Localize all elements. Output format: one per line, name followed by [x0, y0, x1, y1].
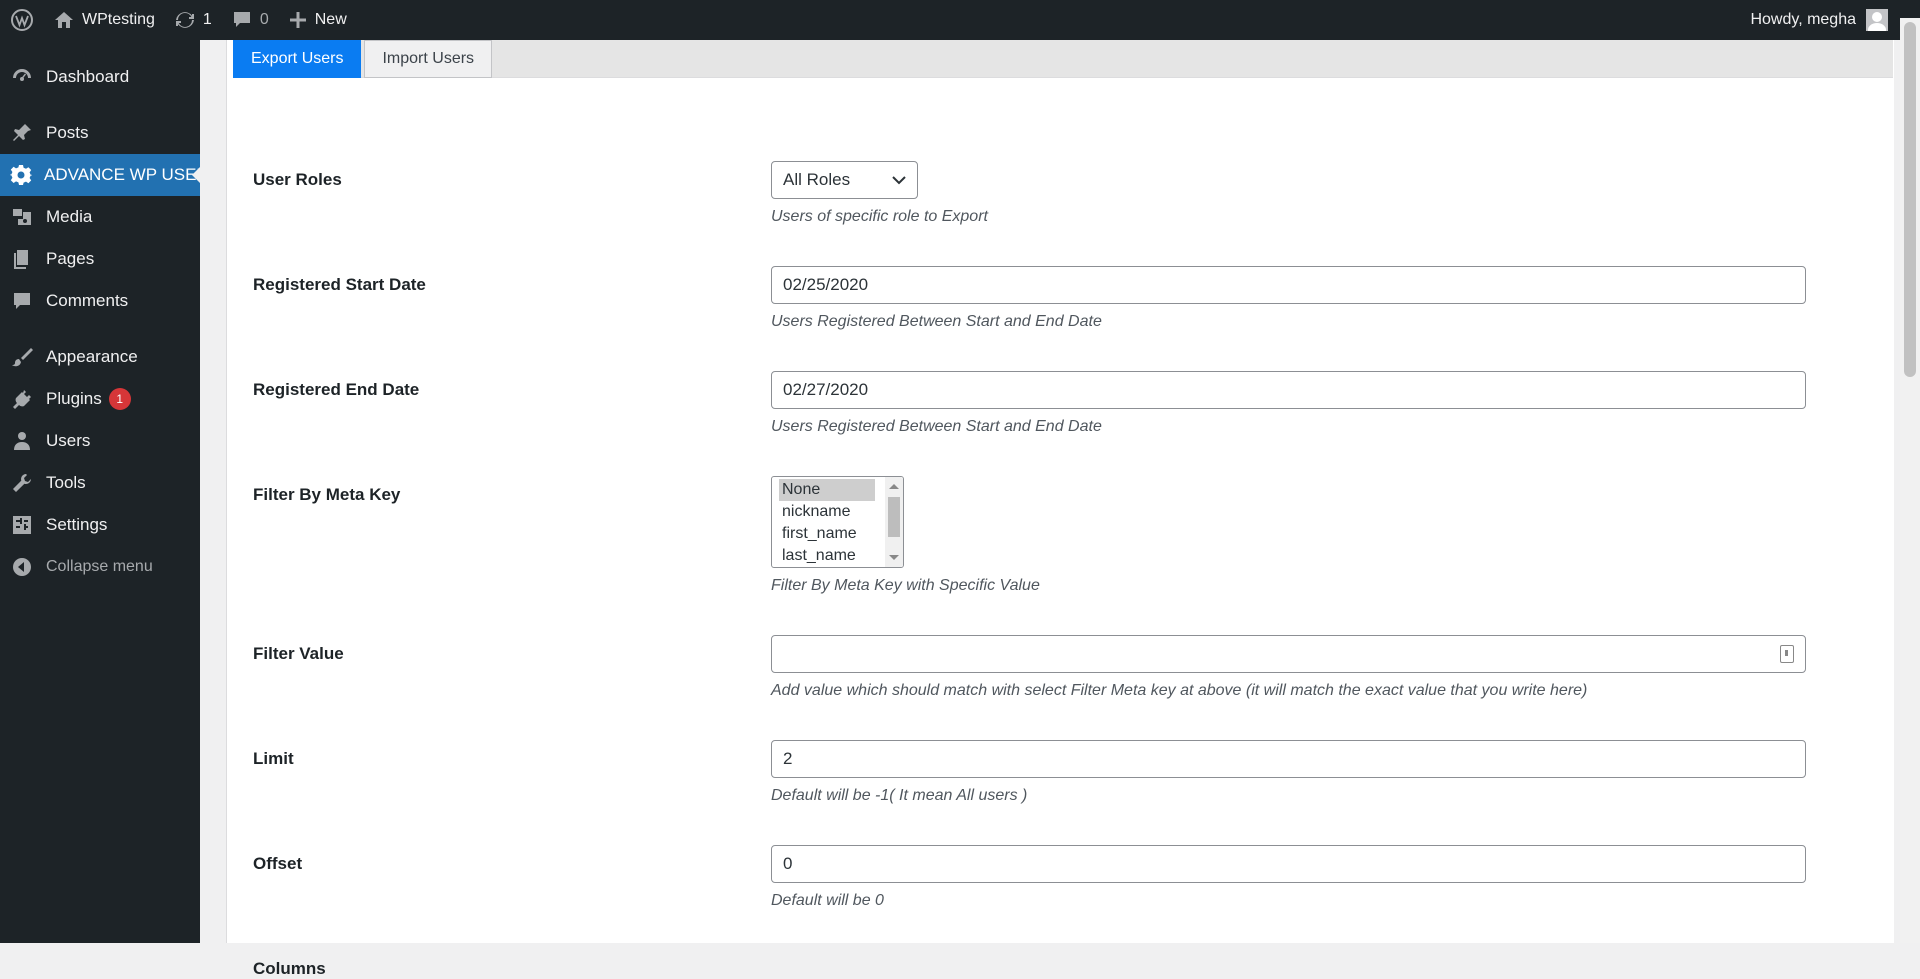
meta-key-option[interactable]: None	[779, 479, 875, 501]
end-date-description: Users Registered Between Start and End D…	[771, 418, 1102, 435]
page-scroll-thumb[interactable]	[1904, 22, 1916, 377]
password-manager-icon[interactable]	[1780, 645, 1794, 663]
sidebar-item-plugins[interactable]: Plugins 1	[0, 378, 200, 420]
end-date-label: Registered End Date	[253, 380, 420, 399]
offset-description: Default will be 0	[771, 892, 884, 909]
sidebar-item-label: Tools	[46, 473, 86, 492]
sidebar-item-label: Users	[46, 431, 91, 450]
comments-count: 0	[259, 11, 269, 28]
gear-icon	[10, 163, 32, 187]
settings-icon	[10, 513, 34, 537]
meta-key-description: Filter By Meta Key with Specific Value	[771, 577, 1040, 594]
sidebar-item-appearance[interactable]: Appearance	[0, 336, 200, 378]
avatar	[1866, 9, 1888, 31]
comments-link[interactable]: 0	[222, 0, 279, 40]
collapse-label: Collapse menu	[46, 558, 153, 575]
scroll-down-arrow-icon[interactable]	[889, 555, 899, 565]
sidebar-item-users[interactable]: Users	[0, 420, 200, 462]
end-date-input[interactable]: 02/27/2020	[771, 371, 1806, 409]
sidebar-item-posts[interactable]: Posts	[0, 112, 200, 154]
home-icon	[54, 11, 74, 29]
plus-icon	[289, 11, 307, 29]
comment-bubble-icon	[232, 11, 252, 29]
dashboard-icon	[10, 65, 34, 89]
sidebar-item-label: Pages	[46, 249, 95, 268]
page-scrollbar[interactable]	[1900, 18, 1920, 943]
wordpress-logo-icon[interactable]	[0, 0, 44, 40]
user-icon	[10, 429, 34, 453]
wrench-icon	[10, 471, 34, 495]
start-date-description: Users Registered Between Start and End D…	[771, 313, 1102, 330]
sidebar-item-label: Comments	[46, 291, 129, 310]
collapse-menu-button[interactable]: Collapse menu	[0, 546, 200, 588]
filter-value-description: Add value which should match with select…	[771, 682, 1588, 699]
sidebar-item-label: Plugins	[46, 389, 102, 408]
sidebar-item-media[interactable]: Media	[0, 196, 200, 238]
user-roles-select[interactable]: All Roles	[771, 161, 918, 199]
listbox-scroll-thumb[interactable]	[888, 497, 900, 537]
chevron-down-icon	[892, 170, 906, 190]
plug-icon	[10, 387, 34, 411]
tab-export-users[interactable]: Export Users	[233, 40, 362, 78]
start-date-label: Registered Start Date	[253, 275, 426, 294]
plugins-update-badge: 1	[108, 388, 131, 410]
new-label: New	[314, 11, 347, 28]
scroll-up-arrow-icon[interactable]	[889, 479, 899, 489]
updates-link[interactable]: 1	[165, 0, 222, 40]
meta-key-option[interactable]: nickname	[782, 501, 885, 523]
sidebar-item-pages[interactable]: Pages	[0, 238, 200, 280]
limit-description: Default will be -1( It mean All users )	[771, 787, 1028, 804]
offset-input[interactable]: 0	[771, 845, 1806, 883]
comment-icon	[10, 289, 34, 313]
sidebar-item-settings[interactable]: Settings	[0, 504, 200, 546]
sidebar-item-label: ADVANCE WP USER	[44, 165, 200, 184]
main-content: Export Users Import Users User Roles All…	[226, 40, 1894, 978]
sidebar-item-tools[interactable]: Tools	[0, 462, 200, 504]
listbox-scrollbar[interactable]	[885, 477, 903, 567]
tab-bar: Export Users Import Users	[233, 40, 1893, 78]
meta-key-label: Filter By Meta Key	[253, 485, 401, 504]
collapse-arrow-icon	[10, 555, 34, 579]
media-icon	[10, 205, 34, 229]
user-roles-description: Users of specific role to Export	[771, 208, 988, 225]
admin-sidebar: Dashboard Posts ADVANCE WP USER Media Pa…	[0, 40, 200, 943]
user-roles-value: All Roles	[783, 170, 851, 189]
limit-label: Limit	[253, 749, 294, 768]
tab-import-users[interactable]: Import Users	[364, 40, 493, 78]
filter-value-label: Filter Value	[253, 644, 344, 663]
user-roles-label: User Roles	[253, 170, 342, 189]
meta-key-option[interactable]: last_name	[782, 545, 885, 567]
columns-label: Columns	[253, 959, 326, 978]
sidebar-item-label: Appearance	[46, 347, 138, 366]
start-date-input[interactable]: 02/25/2020	[771, 266, 1806, 304]
site-name-link[interactable]: WPtesting	[44, 0, 165, 40]
sidebar-item-label: Dashboard	[46, 67, 130, 86]
limit-input[interactable]: 2	[771, 740, 1806, 778]
new-content-link[interactable]: New	[279, 0, 357, 40]
sidebar-item-label: Media	[46, 207, 93, 226]
sidebar-item-comments[interactable]: Comments	[0, 280, 200, 322]
offset-label: Offset	[253, 854, 303, 873]
my-account[interactable]: Howdy, megha	[1750, 9, 1920, 31]
refresh-icon	[175, 10, 195, 30]
pin-icon	[10, 121, 34, 145]
sidebar-item-dashboard[interactable]: Dashboard	[0, 56, 200, 98]
site-name: WPtesting	[82, 11, 155, 28]
pages-icon	[10, 247, 34, 271]
updates-count: 1	[202, 11, 212, 28]
howdy-text: Howdy, megha	[1750, 11, 1856, 28]
brush-icon	[10, 345, 34, 369]
admin-bar: WPtesting 1 0 New Howdy, megha	[0, 0, 1920, 40]
meta-key-listbox[interactable]: None nickname first_name last_name	[771, 476, 904, 568]
filter-value-input[interactable]	[771, 635, 1806, 673]
meta-key-option[interactable]: first_name	[782, 523, 885, 545]
sidebar-item-label: Settings	[46, 515, 108, 534]
sidebar-item-label: Posts	[46, 123, 89, 142]
sidebar-item-advance-wp-user[interactable]: ADVANCE WP USER	[0, 154, 200, 196]
